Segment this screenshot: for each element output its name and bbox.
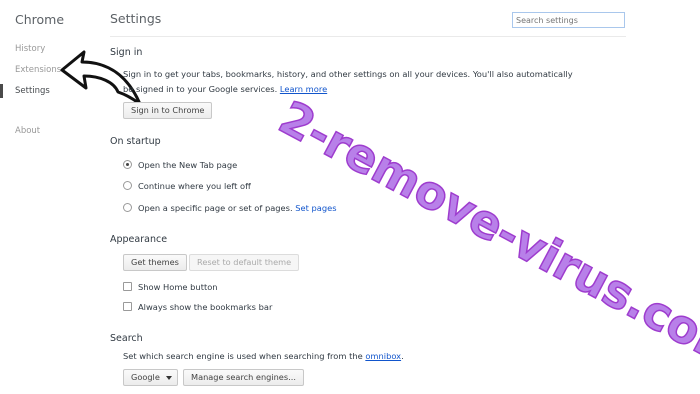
sidebar-brand: Chrome xyxy=(15,12,65,27)
search-engine-select[interactable]: Google xyxy=(123,369,178,386)
startup-section-title: On startup xyxy=(110,136,161,147)
sidebar-item-settings[interactable]: Settings xyxy=(15,86,50,96)
get-themes-button[interactable]: Get themes xyxy=(123,254,187,271)
learn-more-link[interactable]: Learn more xyxy=(280,84,327,94)
show-home-checkbox[interactable] xyxy=(123,282,132,291)
signin-description-text: be signed in to your Google services. xyxy=(123,84,278,94)
search-engine-value: Google xyxy=(131,372,160,382)
startup-radio-specific[interactable] xyxy=(123,203,132,212)
appearance-section-title: Appearance xyxy=(110,234,168,245)
sidebar-active-indicator xyxy=(0,84,3,98)
show-home-label: Show Home button xyxy=(138,282,218,292)
sidebar-item-about[interactable]: About xyxy=(15,126,40,136)
manage-search-engines-button[interactable]: Manage search engines... xyxy=(183,369,304,386)
page-title: Settings xyxy=(110,11,162,26)
search-description: Set which search engine is used when sea… xyxy=(123,351,363,361)
set-pages-link[interactable]: Set pages xyxy=(295,203,336,213)
search-description-row: Set which search engine is used when sea… xyxy=(123,351,404,361)
startup-option-specific: Open a specific page or set of pages. xyxy=(138,203,293,213)
search-settings-input[interactable] xyxy=(512,12,625,28)
reset-theme-button[interactable]: Reset to default theme xyxy=(189,254,300,271)
settings-main: Settings Sign in Sign in to get your tab… xyxy=(110,0,650,394)
sign-in-button[interactable]: Sign in to Chrome xyxy=(123,102,213,119)
show-bookmarks-label: Always show the bookmarks bar xyxy=(138,302,273,312)
signin-description-line1: Sign in to get your tabs, bookmarks, his… xyxy=(123,69,573,79)
sidebar-item-extensions[interactable]: Extensions xyxy=(15,65,61,75)
header-divider xyxy=(110,36,626,37)
startup-option-continue: Continue where you left off xyxy=(138,181,251,191)
chevron-down-icon xyxy=(166,376,172,380)
omnibox-link[interactable]: omnibox xyxy=(365,351,401,361)
sidebar-item-history[interactable]: History xyxy=(15,44,45,54)
startup-radio-new-tab[interactable] xyxy=(123,160,132,169)
show-bookmarks-checkbox[interactable] xyxy=(123,302,132,311)
startup-radio-continue[interactable] xyxy=(123,181,132,190)
startup-option-new-tab: Open the New Tab page xyxy=(138,160,238,170)
startup-option-specific-row: Open a specific page or set of pages. Se… xyxy=(138,203,337,213)
search-section-title: Search xyxy=(110,333,143,344)
signin-section-title: Sign in xyxy=(110,47,143,58)
